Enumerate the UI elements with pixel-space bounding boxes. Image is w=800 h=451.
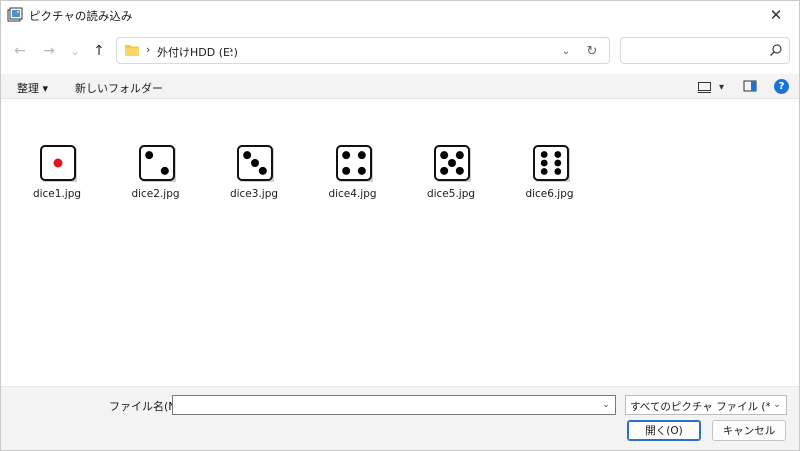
chevron-down-icon: ⌄ [70,44,80,58]
file-name-label: dice6.jpg [525,188,574,200]
dice-pip [448,159,456,167]
picture-app-icon [7,7,23,22]
help-icon: ? [778,81,785,92]
search-icon [770,44,782,56]
file-name-label: dice4.jpg [328,188,377,200]
dice-pip [440,151,449,160]
back-button[interactable]: ← [9,40,31,62]
file-name-label: dice3.jpg [229,188,279,200]
window-title: ピクチャの読み込み [29,9,133,23]
dice-pip [455,151,464,160]
dice-pip [53,158,63,168]
dice-thumbnail [434,145,471,182]
file-item[interactable]: dice5.jpg [419,144,483,208]
close-button[interactable]: ✕ [753,1,799,28]
file-name-label: dice1.jpg [32,188,82,200]
file-open-dialog: ピクチャの読み込み ✕ ← → ⌄ ↑ › 外付けHDD (E:) › ⌄ ↻ … [0,0,800,451]
help-button[interactable]: ? [774,79,789,94]
view-options-button[interactable]: ▾ [698,79,728,95]
open-button[interactable]: 開く(O) [627,420,701,441]
file-item[interactable]: dice4.jpg [321,144,385,208]
dialog-footer: ファイル名(N): ⌄ すべてのピクチャ ファイル (*.bmp;*.g ⌄ 開… [1,386,799,450]
close-icon: ✕ [769,5,783,24]
dice-pip [553,151,561,158]
refresh-button[interactable]: ↻ [583,42,601,60]
dice-pip [251,159,259,167]
chevron-down-icon: ⌄ [773,400,781,410]
dice-pip [341,151,350,160]
preview-pane-icon[interactable] [743,79,757,93]
view-icon [698,81,711,93]
new-folder-button[interactable]: 新しいフォルダー [75,80,163,96]
dice-pip [357,151,366,160]
dice-pip [341,166,350,175]
file-type-dropdown-button[interactable]: ⌄ [770,398,784,412]
address-bar[interactable]: › 外付けHDD (E:) › ⌄ ↻ [116,37,610,64]
dice-pip [540,168,548,175]
dice-pip [553,168,561,175]
dice-pip [553,159,561,167]
filename-input[interactable]: ⌄ [172,395,616,415]
search-input[interactable] [620,37,790,64]
cancel-button[interactable]: キャンセル [712,420,786,441]
navigation-bar: ← → ⌄ ↑ › 外付けHDD (E:) › ⌄ ↻ [1,28,799,74]
file-item[interactable]: dice6.jpg [518,144,582,208]
title-bar: ピクチャの読み込み ✕ [1,1,799,28]
dice-pip [540,159,548,167]
file-name-label: dice5.jpg [426,188,476,200]
filename-history-button[interactable]: ⌄ [599,398,613,412]
command-bar: 整理 ▾ 新しいフォルダー ▾ ? [1,74,799,99]
dice-pip [144,151,153,160]
recent-locations-button[interactable]: ⌄ [64,40,86,62]
file-item[interactable]: dice1.jpg [25,144,89,208]
forward-button[interactable]: → [38,40,60,62]
address-dropdown-button[interactable]: ⌄ [557,42,575,60]
file-item[interactable]: dice3.jpg [222,144,286,208]
dice-pip [243,151,252,160]
organize-menu-button[interactable]: 整理 ▾ [17,80,48,96]
dice-pip [258,166,267,175]
dice-pip [455,166,464,175]
dice-thumbnail [532,145,570,182]
file-item[interactable]: dice2.jpg [124,144,188,208]
dice-thumbnail [138,145,176,182]
file-type-value: すべてのピクチャ ファイル (*.bmp;*.g [630,401,770,413]
arrow-right-icon: → [43,43,55,59]
file-name-label: dice2.jpg [131,188,180,200]
breadcrumb-separator[interactable]: › [146,43,150,56]
dice-pip [357,166,366,175]
breadcrumb-drive[interactable]: 外付けHDD (E:) [157,44,238,60]
breadcrumb-separator[interactable]: › [229,43,233,56]
refresh-icon: ↻ [586,43,598,59]
chevron-down-icon: ⌄ [561,45,571,57]
dice-pip [540,151,548,158]
up-button[interactable]: ↑ [88,40,110,62]
file-list: dice1.jpg dice2.jpg dice3.jpg dice4.jpg dice… [1,100,799,386]
arrow-left-icon: ← [14,43,26,59]
dice-thumbnail [40,145,77,182]
folder-icon [125,45,139,56]
dice-thumbnail [237,145,274,182]
arrow-up-icon: ↑ [93,43,105,59]
file-type-select[interactable]: すべてのピクチャ ファイル (*.bmp;*.g ⌄ [625,395,787,415]
chevron-down-icon: ⌄ [602,400,610,410]
dice-thumbnail [335,145,373,182]
dice-pip [160,166,169,175]
dice-pip [440,166,449,175]
chevron-down-icon: ▾ [719,81,725,93]
